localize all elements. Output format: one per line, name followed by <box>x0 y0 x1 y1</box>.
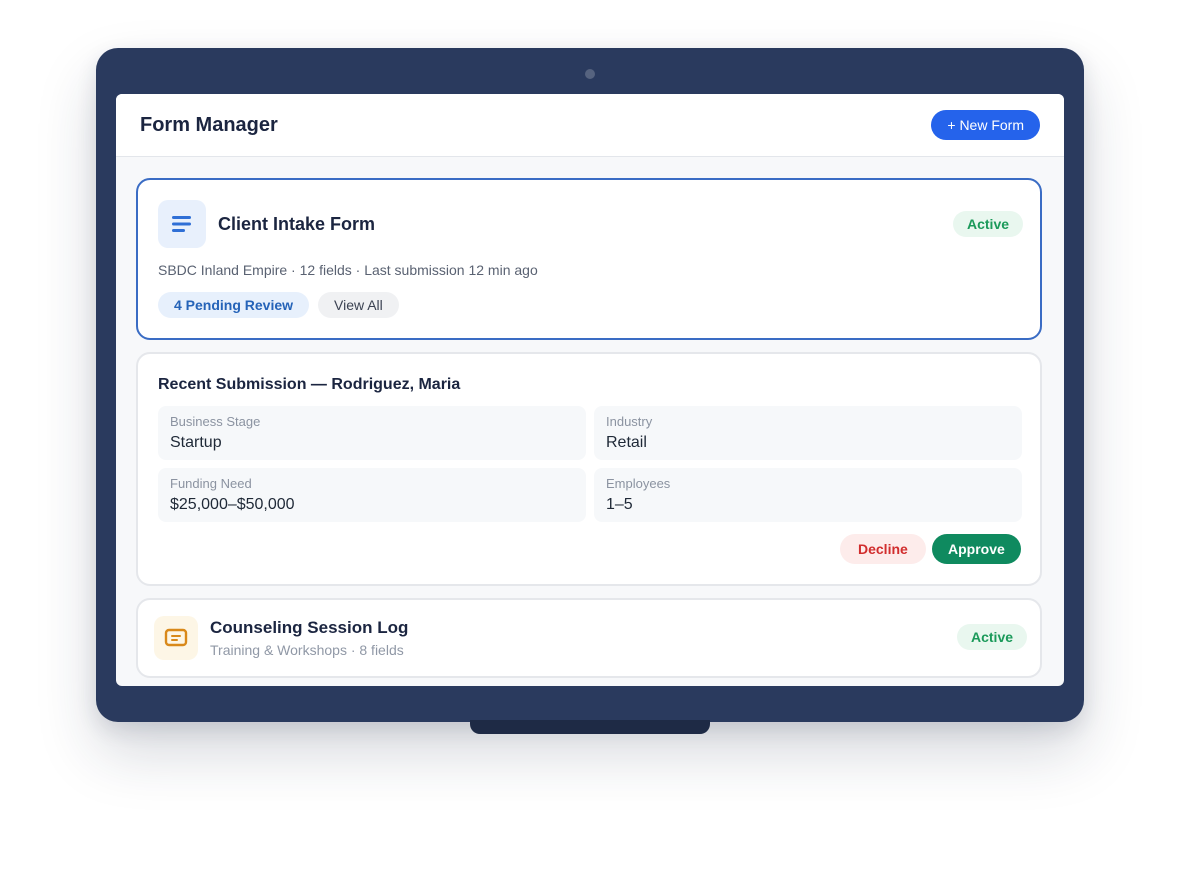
field-value: 1–5 <box>606 496 633 513</box>
status-badge: Active <box>957 624 1028 650</box>
field-value: Startup <box>170 434 222 451</box>
field-label: Employees <box>606 476 671 491</box>
field-label: Industry <box>606 414 653 429</box>
pending-review-button[interactable]: 4 Pending Review <box>158 292 310 318</box>
field-label: Business Stage <box>170 414 261 429</box>
lines-document-icon <box>158 200 206 248</box>
app-screen: Form Manager + New Form Client Intake Fo… <box>116 94 1064 686</box>
form-meta: Training & Workshops · 8 fields <box>210 642 404 658</box>
camera-icon <box>585 69 595 79</box>
app-header: Form Manager + New Form <box>116 94 1064 157</box>
field-business-stage: Business Stage Startup <box>158 406 586 460</box>
recent-submission-card: Recent Submission — Rodriguez, Maria Bus… <box>136 352 1042 586</box>
field-value: $25,000–$50,000 <box>170 496 295 513</box>
approve-button[interactable]: Approve <box>932 534 1021 564</box>
submission-heading: Recent Submission — Rodriguez, Maria <box>158 376 461 393</box>
form-card-counseling-log[interactable]: Counseling Session Log Training & Worksh… <box>136 598 1042 678</box>
field-funding-need: Funding Need $25,000–$50,000 <box>158 468 586 522</box>
field-value: Retail <box>606 434 647 451</box>
laptop-stand <box>470 720 710 734</box>
decline-button[interactable]: Decline <box>840 534 926 564</box>
view-all-button[interactable]: View All <box>318 292 399 318</box>
new-form-button[interactable]: + New Form <box>931 110 1040 140</box>
page-title: Form Manager <box>140 113 278 136</box>
form-meta: SBDC Inland Empire · 12 fields · Last su… <box>158 262 538 278</box>
field-employees: Employees 1–5 <box>594 468 1022 522</box>
stage: Form Manager + New Form Client Intake Fo… <box>0 0 1180 878</box>
message-form-icon <box>154 616 198 660</box>
field-label: Funding Need <box>170 476 252 491</box>
status-badge: Active <box>953 211 1024 237</box>
form-title: Client Intake Form <box>218 214 376 234</box>
field-industry: Industry Retail <box>594 406 1022 460</box>
form-title: Counseling Session Log <box>210 618 409 637</box>
laptop-frame: Form Manager + New Form Client Intake Fo… <box>96 48 1084 722</box>
form-card-client-intake[interactable]: Client Intake Form Active SBDC Inland Em… <box>136 178 1042 340</box>
